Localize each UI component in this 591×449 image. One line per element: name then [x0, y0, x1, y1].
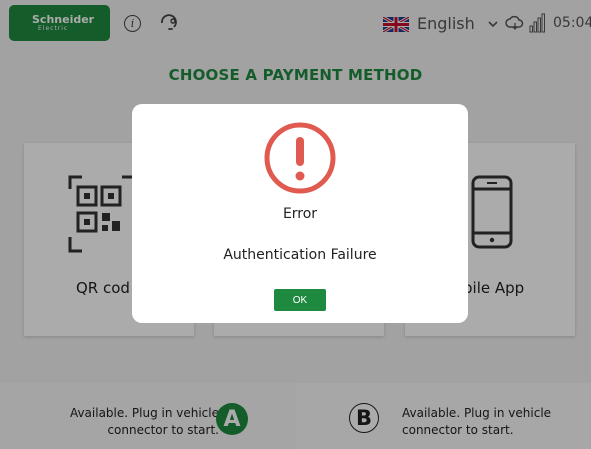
error-icon: [264, 122, 336, 194]
charging-station-screen: Schneider Electric i English 05:04 CHOOS…: [0, 0, 591, 449]
error-dialog: Error Authentication Failure OK: [132, 104, 468, 323]
dialog-message: Authentication Failure: [223, 247, 377, 263]
dialog-title: Error: [282, 206, 318, 222]
ok-button[interactable]: OK: [274, 289, 326, 311]
